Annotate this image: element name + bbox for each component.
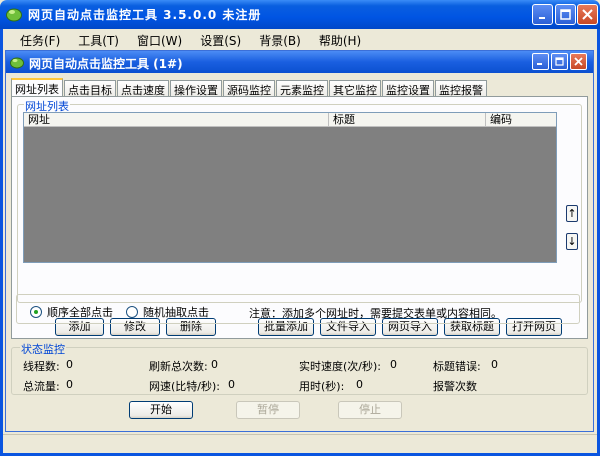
tab-click-target[interactable]: 点击目标	[64, 80, 116, 97]
move-up-button[interactable]: ↑	[566, 205, 578, 222]
tab-click-speed[interactable]: 点击速度	[117, 80, 169, 97]
tab-monitor-alarm[interactable]: 监控报警	[435, 80, 487, 97]
threads-value: 0	[66, 358, 73, 371]
realtime-speed-value: 0	[390, 358, 397, 371]
threads-label: 线程数:	[23, 360, 60, 373]
tab-monitor-settings[interactable]: 监控设置	[382, 80, 434, 97]
app-title-bar[interactable]: 网页自动点击监控工具 3.5.0.0 未注册	[0, 0, 600, 29]
column-url[interactable]: 网址	[24, 113, 329, 127]
tab-source-monitor[interactable]: 源码监控	[223, 80, 275, 97]
menu-bar: 任务(F) 工具(T) 窗口(W) 设置(S) 背景(B) 帮助(H)	[3, 29, 597, 48]
task-maximize-button[interactable]	[551, 53, 568, 70]
click-mode-note: 注意：添加多个网址时，需要提交表单或内容相同。	[249, 307, 502, 320]
title-error-value: 0	[491, 358, 498, 371]
move-down-button[interactable]: ↓	[566, 233, 578, 250]
sequential-click-option[interactable]: 顺序全部点击	[30, 304, 113, 320]
tab-strip: 网址列表 点击目标 点击速度 操作设置 源码监控 元素监控 其它监控 监控设置 …	[11, 78, 488, 97]
total-traffic-value: 0	[66, 378, 73, 391]
arrow-down-icon: ↓	[567, 235, 577, 248]
alarm-count-label: 报警次数	[433, 380, 477, 393]
menu-tools[interactable]: 工具(T)	[69, 29, 128, 48]
total-traffic-label: 总流量:	[23, 380, 60, 393]
menu-window[interactable]: 窗口(W)	[128, 29, 191, 48]
status-monitor-title: 状态监控	[20, 341, 66, 357]
minimize-button[interactable]	[532, 4, 553, 25]
arrow-up-icon: ↑	[567, 207, 577, 220]
random-click-label: 随机抽取点击	[143, 306, 209, 319]
task-logo-icon	[10, 57, 24, 69]
realtime-speed-label: 实时速度(次/秒):	[299, 360, 381, 373]
app-title: 网页自动点击监控工具 3.5.0.0 未注册	[28, 8, 262, 22]
status-bar	[3, 434, 597, 453]
elapsed-time-value: 0	[356, 378, 363, 391]
url-table-header: 网址 标题 编码	[24, 113, 556, 127]
menu-help[interactable]: 帮助(H)	[310, 29, 370, 48]
radio-unchecked-icon	[126, 306, 138, 318]
sequential-click-label: 顺序全部点击	[47, 306, 113, 319]
net-speed-value: 0	[228, 378, 235, 391]
random-click-option[interactable]: 随机抽取点击	[126, 304, 209, 320]
task-window-title: 网页自动点击监控工具 (1#)	[29, 57, 183, 71]
tab-element-monitor[interactable]: 元素监控	[276, 80, 328, 97]
title-error-label: 标题错误:	[433, 360, 481, 373]
task-window: 网页自动点击监控工具 (1#) 网址列表 点击目标 点击速度 操作设置 源码监控…	[5, 50, 594, 432]
tab-url-list[interactable]: 网址列表	[11, 78, 63, 97]
menu-task[interactable]: 任务(F)	[11, 29, 69, 48]
net-speed-label: 网速(比特/秒):	[149, 380, 220, 393]
menu-background[interactable]: 背景(B)	[250, 29, 310, 48]
tab-other-monitor[interactable]: 其它监控	[329, 80, 381, 97]
close-button[interactable]	[577, 4, 598, 25]
app-logo-icon	[6, 8, 22, 22]
minimize-icon	[537, 63, 542, 65]
stop-button[interactable]: 停止	[338, 401, 402, 419]
elapsed-time-label: 用时(秒):	[299, 380, 345, 393]
menu-settings[interactable]: 设置(S)	[191, 29, 250, 48]
pause-button[interactable]: 暂停	[236, 401, 300, 419]
column-encoding[interactable]: 编码	[486, 113, 556, 127]
url-table[interactable]: 网址 标题 编码	[23, 112, 557, 263]
refresh-value: 0	[211, 358, 218, 371]
task-minimize-button[interactable]	[532, 53, 549, 70]
maximize-icon	[560, 9, 571, 20]
radio-checked-icon	[30, 306, 42, 318]
task-close-button[interactable]	[570, 53, 587, 70]
close-icon	[582, 9, 593, 20]
tab-operation-settings[interactable]: 操作设置	[170, 80, 222, 97]
start-button[interactable]: 开始	[129, 401, 193, 419]
minimize-icon	[538, 16, 545, 19]
maximize-icon	[555, 57, 564, 66]
task-window-title-bar[interactable]: 网页自动点击监控工具 (1#)	[6, 51, 593, 73]
close-icon	[574, 57, 583, 66]
refresh-label: 刷新总次数:	[149, 360, 208, 373]
maximize-button[interactable]	[555, 4, 576, 25]
column-title[interactable]: 标题	[329, 113, 486, 127]
